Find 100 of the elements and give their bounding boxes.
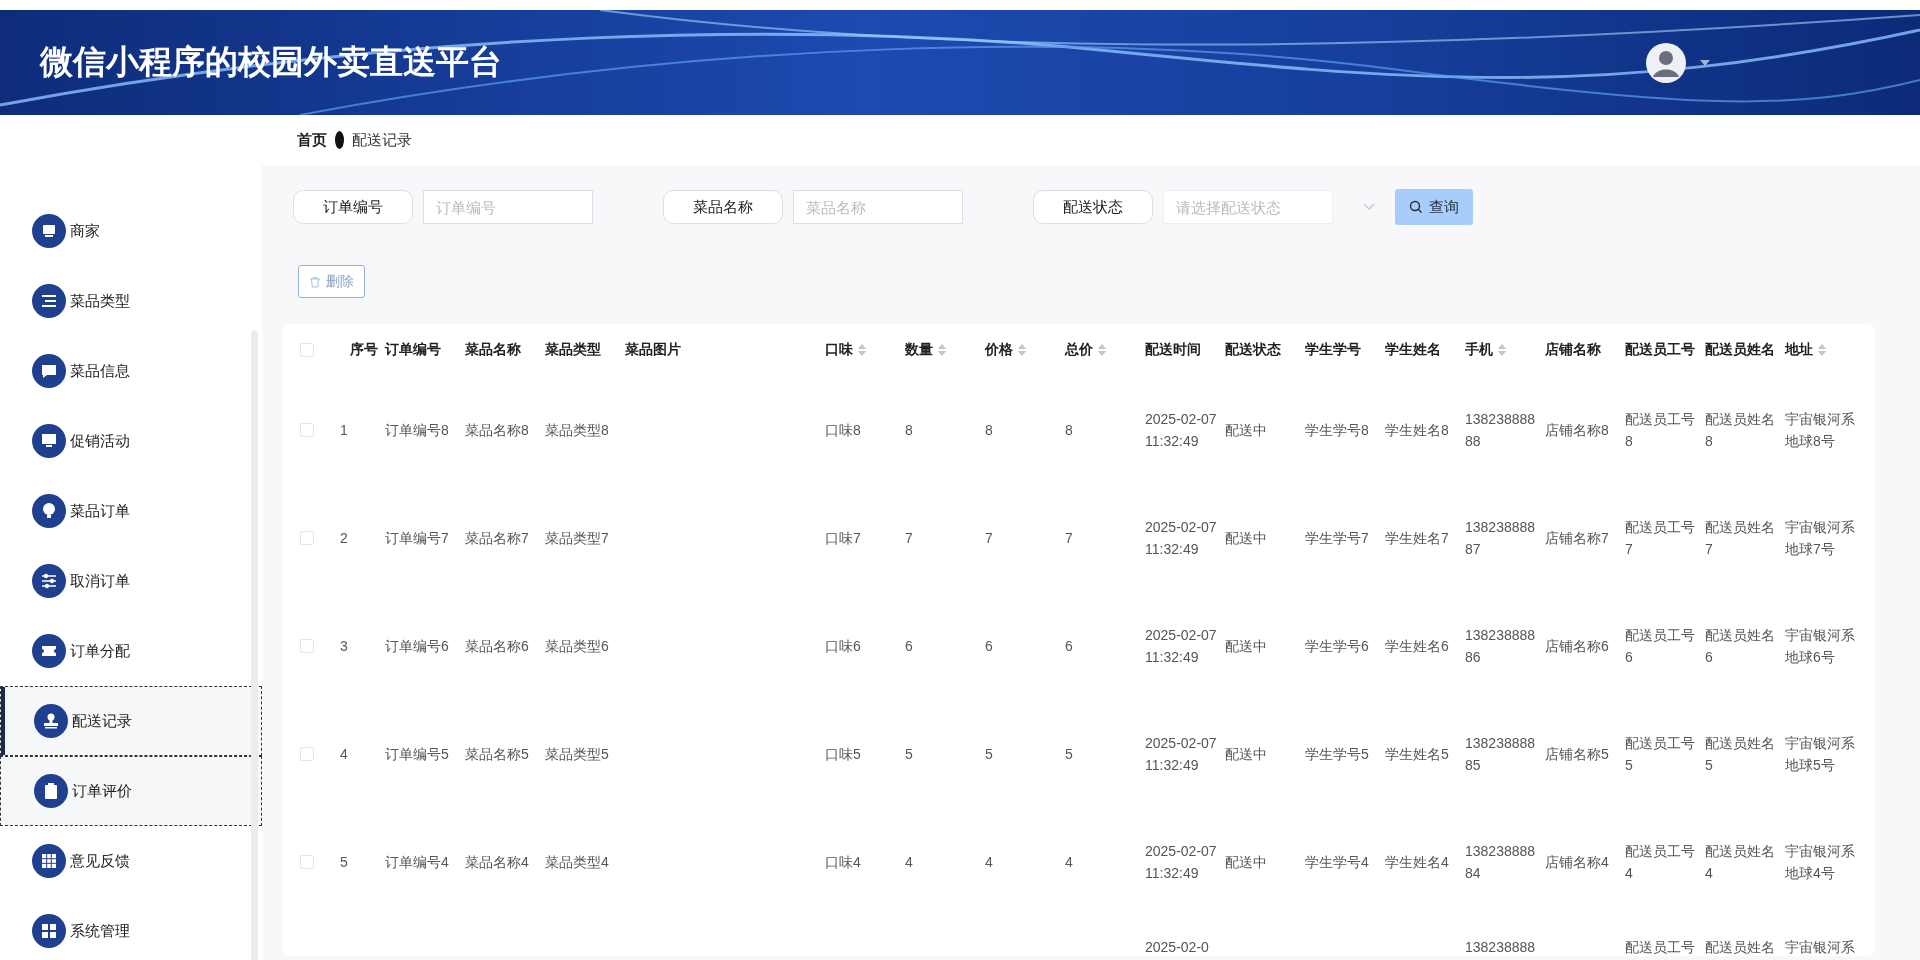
sidebar-item[interactable]: 商家 [0, 196, 262, 266]
sort-icon[interactable] [1818, 344, 1826, 356]
table-cell-text: 138238888 [1465, 938, 1536, 957]
column-header[interactable]: 总价 [1065, 341, 1106, 359]
table-cell-text: 宇宙银河系地球7号 [1785, 517, 1856, 559]
table-cell-text: 8 [905, 420, 913, 440]
table-cell-text: 4 [340, 744, 348, 764]
table-cell-text: 配送员姓名5 [1705, 733, 1776, 775]
caret-icon[interactable] [1700, 59, 1710, 66]
checkbox[interactable] [300, 531, 314, 545]
menu-icon [32, 564, 66, 598]
menu-icon [32, 214, 66, 248]
checkbox[interactable] [300, 855, 314, 869]
column-header[interactable]: 价格 [985, 341, 1026, 359]
column-header[interactable]: 菜品图片 [625, 341, 681, 359]
table-cell-text: 口味8 [825, 420, 861, 440]
filter-label: 订单编号 [293, 190, 413, 224]
column-header[interactable]: 订单编号 [385, 341, 441, 359]
table-cell-text: 订单编号5 [385, 744, 449, 764]
breadcrumb-link[interactable]: 首页 [297, 130, 327, 150]
table-cell-text: 配送中 [1225, 744, 1267, 764]
table-cell-text: 6 [905, 636, 913, 656]
app-title: 微信小程序的校园外卖直送平台 [40, 42, 502, 82]
filter-label: 配送状态 [1033, 190, 1153, 224]
table-cell-text: 菜品名称7 [465, 528, 529, 548]
menu-icon [32, 844, 66, 878]
table-cell-text: 配送员姓名7 [1705, 517, 1776, 559]
table-cell-text: 菜品类型4 [545, 852, 609, 872]
column-header[interactable]: 配送员姓名 [1705, 341, 1775, 359]
table-cell-text: 配送员姓名8 [1705, 409, 1776, 451]
column-header[interactable]: 菜品类型 [545, 341, 601, 359]
sidebar-item[interactable]: 菜品信息 [0, 336, 262, 406]
input-field[interactable]: 菜品名称 [793, 190, 963, 224]
sort-icon[interactable] [858, 344, 866, 356]
avatar-icon[interactable] [1646, 42, 1686, 83]
table-cell-text: 3 [340, 636, 348, 656]
table-cell-text: 店铺名称7 [1545, 528, 1609, 548]
search-button[interactable]: 查询 [1395, 189, 1473, 225]
menu-icon [32, 284, 66, 318]
table-cell-text: 口味5 [825, 744, 861, 764]
sidebar-item[interactable]: 菜品订单 [0, 476, 262, 546]
sidebar-item[interactable]: 促销活动 [0, 406, 262, 476]
table-cell-text: 13823888887 [1465, 517, 1537, 559]
sort-icon[interactable] [1498, 344, 1506, 356]
checkbox[interactable] [300, 747, 314, 761]
table-cell-text: 配送员工号8 [1625, 409, 1696, 451]
sidebar-item[interactable]: 取消订单 [0, 546, 262, 616]
column-header[interactable]: 菜品名称 [465, 341, 521, 359]
sidebar-item[interactable]: 配送记录 [0, 686, 262, 756]
column-header[interactable]: 数量 [905, 341, 946, 359]
column-header[interactable]: 配送时间 [1145, 341, 1201, 359]
table-cell-text: 口味6 [825, 636, 861, 656]
table-cell-text: 13823888885 [1465, 733, 1537, 775]
menu-icon [32, 634, 66, 668]
sidebar-item[interactable]: 订单分配 [0, 616, 262, 686]
table-cell-text: 学生姓名4 [1385, 852, 1449, 872]
scrollbar[interactable] [251, 330, 258, 960]
column-header[interactable]: 配送员工号 [1625, 341, 1695, 359]
sidebar-item[interactable]: 菜品类型 [0, 266, 262, 336]
sidebar-item[interactable]: 订单评价 [0, 756, 262, 826]
table-cell-text: 学生学号4 [1305, 852, 1369, 872]
column-header[interactable]: 手机 [1465, 341, 1506, 359]
sidebar-item[interactable]: 意见反馈 [0, 826, 262, 896]
column-header[interactable]: 口味 [825, 341, 866, 359]
checkbox[interactable] [300, 639, 314, 653]
table-cell-text: 学生姓名7 [1385, 528, 1449, 548]
table-cell-text: 菜品名称5 [465, 744, 529, 764]
column-header[interactable]: 学生学号 [1305, 341, 1361, 359]
separator-icon [335, 131, 344, 149]
checkbox[interactable] [300, 343, 314, 357]
checkbox[interactable] [300, 423, 314, 437]
sort-icon[interactable] [938, 344, 946, 356]
breadcrumb-current: 配送记录 [352, 130, 412, 150]
column-header[interactable]: 店铺名称 [1545, 341, 1601, 359]
table-cell-text: 订单编号4 [385, 852, 449, 872]
table-cell-text: 配送员工号 [1625, 938, 1695, 957]
table-cell-text: 配送员工号5 [1625, 733, 1696, 775]
column-header[interactable]: 序号 [350, 341, 378, 359]
sidebar-item[interactable]: 系统管理 [0, 896, 262, 960]
table-cell-text: 6 [985, 636, 993, 656]
table-cell-text: 4 [905, 852, 913, 872]
table-cell-text: 订单编号6 [385, 636, 449, 656]
menu-icon [32, 424, 66, 458]
table-cell-text: 1 [340, 420, 348, 440]
table-cell-text: 配送员工号7 [1625, 517, 1696, 559]
chevron-down-icon[interactable] [1363, 203, 1375, 211]
column-header[interactable]: 配送状态 [1225, 341, 1281, 359]
select-field[interactable]: 请选择配送状态 [1163, 190, 1333, 224]
column-header[interactable]: 地址 [1785, 341, 1826, 359]
table-cell-text: 配送中 [1225, 528, 1267, 548]
column-header[interactable]: 学生姓名 [1385, 341, 1441, 359]
table-cell-text: 订单编号7 [385, 528, 449, 548]
trash-icon [309, 275, 321, 288]
input-field[interactable]: 订单编号 [423, 190, 593, 224]
table-cell-text: 5 [905, 744, 913, 764]
menu-icon [32, 914, 66, 948]
menu-icon [32, 494, 66, 528]
sort-icon[interactable] [1018, 344, 1026, 356]
table-cell-text: 7 [905, 528, 913, 548]
sort-icon[interactable] [1098, 344, 1106, 356]
